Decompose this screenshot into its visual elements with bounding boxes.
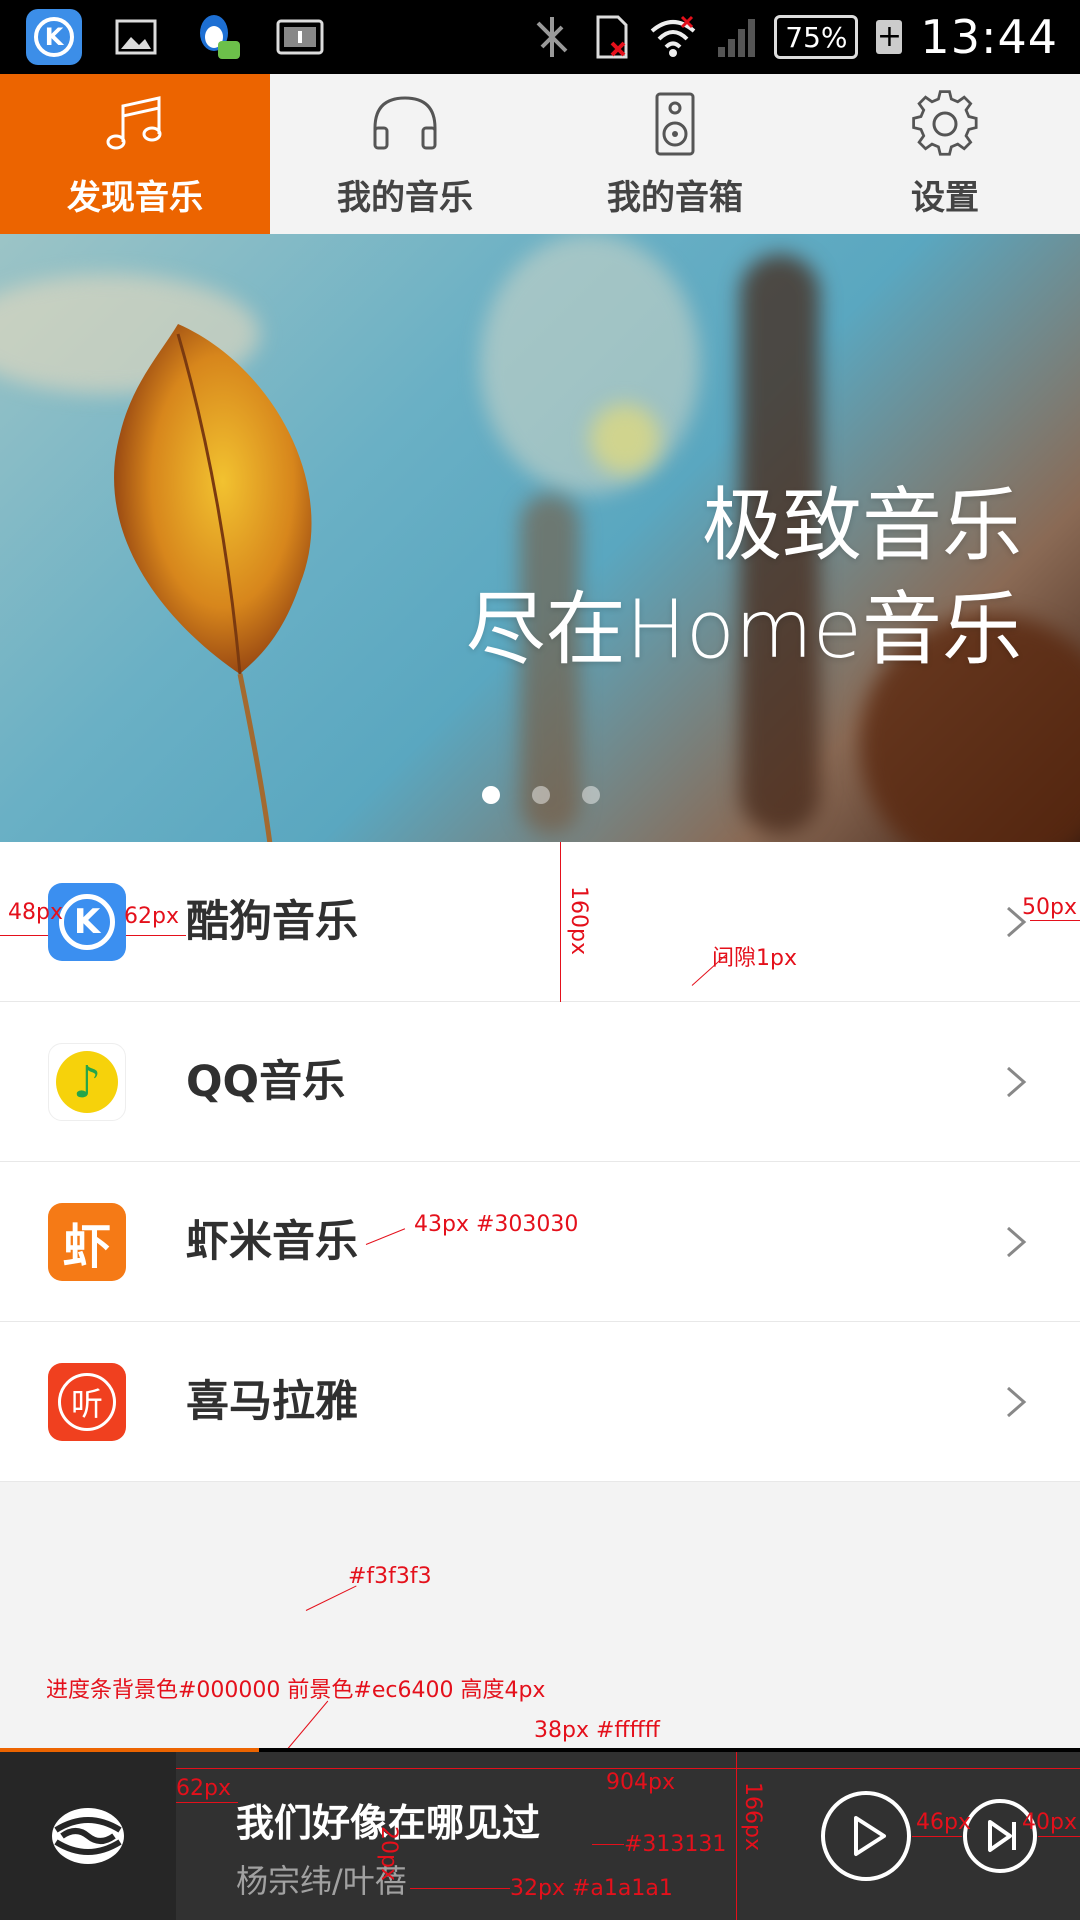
banner-line-1: 极致音乐: [702, 479, 1022, 572]
annotation-line: [1038, 1836, 1080, 1837]
annotation-title-spec: 38px #ffffff: [534, 1718, 660, 1743]
annotation-line: [1030, 920, 1080, 921]
mini-player: 我们好像在哪见过 杨宗纬/叶蓓 62px 904px 166px 20px #3…: [0, 1752, 1080, 1920]
list-item-label: QQ音乐: [186, 1057, 346, 1107]
status-clock: 13:44: [920, 10, 1058, 64]
tab-label: 我的音乐: [337, 178, 473, 218]
banner-dot[interactable]: [482, 786, 500, 804]
annotation-line: [410, 1888, 510, 1889]
ximalaya-icon: 听: [48, 1363, 126, 1441]
annotation-padding-62: 62px: [176, 1776, 231, 1801]
status-bar-notifications: K: [26, 9, 328, 65]
annotation-50px: 50px: [1022, 895, 1077, 920]
tab-settings[interactable]: 设置: [810, 74, 1080, 234]
chevron-right-icon: [1007, 1066, 1027, 1098]
annotation-line: [176, 1768, 1080, 1769]
annotation-height-166: 166px: [740, 1782, 765, 1851]
banner-line-2: 尽在Home音乐: [465, 583, 1022, 676]
annotation-bg-color: #f3f3f3: [348, 1564, 432, 1589]
sd-card-error-icon: [596, 15, 628, 59]
tab-my-music[interactable]: 我的音乐: [270, 74, 540, 234]
tab-label: 发现音乐: [67, 178, 203, 218]
qq-music-icon: ♪: [48, 1043, 126, 1121]
annotation-line: [560, 842, 561, 1002]
tab-label: 设置: [911, 178, 979, 218]
xiami-icon: 虾: [48, 1203, 126, 1281]
music-note-icon: [106, 96, 162, 150]
headphones-icon: [373, 96, 437, 150]
tab-label: 我的音箱: [607, 178, 743, 218]
tab-my-speaker[interactable]: 我的音箱: [540, 74, 810, 234]
chevron-right-icon: [1007, 1226, 1027, 1258]
play-button[interactable]: [820, 1790, 912, 1882]
ximalaya-badge: 听: [58, 1373, 116, 1431]
list-item-xiami[interactable]: 虾 虾米音乐: [0, 1162, 1080, 1322]
list-item-label: 酷狗音乐: [186, 897, 358, 947]
gear-icon: [912, 90, 978, 156]
annotation-progress-spec: 进度条背景色#000000 前景色#ec6400 高度4px: [46, 1678, 546, 1703]
annotation-line: [287, 1700, 329, 1749]
banner-dot[interactable]: [532, 786, 550, 804]
annotation-line: [736, 1752, 737, 1920]
list-item-label: 喜马拉雅: [186, 1377, 358, 1427]
bluetooth-off-icon: [537, 17, 568, 57]
annotation-line: [305, 1585, 357, 1611]
xiami-badge: 虾: [62, 1219, 111, 1275]
qq-music-badge: ♪: [56, 1051, 118, 1113]
app-logo-button[interactable]: [0, 1752, 176, 1920]
app-logo-icon: [52, 1808, 124, 1864]
qq-chat-icon: [190, 9, 246, 65]
top-nav-tabs: 发现音乐 我的音乐 我的音箱 设置: [0, 74, 1080, 234]
annotation-48px: 48px: [8, 900, 63, 925]
annotation-gap-46: 46px: [916, 1810, 971, 1835]
list-item-label: 虾米音乐: [186, 1217, 358, 1267]
annotation-line: [0, 935, 48, 936]
annotation-gap-20: 20px: [376, 1826, 401, 1881]
annotation-line: [126, 935, 186, 936]
banner-pagination: [482, 786, 600, 804]
chevron-right-icon: [1007, 1386, 1027, 1418]
music-source-list: K 酷狗音乐 ♪ QQ音乐 虾 虾米音乐 听 喜马拉雅: [0, 842, 1080, 1482]
status-bar-system: 75% + 13:44: [528, 0, 1058, 74]
annotation-font-43: 43px #303030: [414, 1212, 579, 1237]
annotation-width-904: 904px: [606, 1770, 675, 1795]
annotation-line: [912, 1836, 962, 1837]
annotation-bg-313131: #313131: [624, 1832, 727, 1857]
annotation-gap-40: 40px: [1022, 1810, 1077, 1835]
kugou-notification-icon: K: [26, 9, 82, 65]
battery-level: 75%: [774, 15, 859, 59]
annotation-160px: 160px: [566, 886, 591, 955]
info-card-icon: [272, 9, 328, 65]
kugou-badge: K: [59, 894, 115, 950]
wifi-icon: [651, 15, 696, 57]
leaf-illustration: [114, 324, 312, 842]
tab-discover-music[interactable]: 发现音乐: [0, 74, 270, 234]
annotation-line: [592, 1844, 624, 1845]
annotation-62px: 62px: [124, 904, 179, 929]
banner-slogan: 极致音乐 尽在Home音乐: [466, 474, 1022, 682]
speaker-icon: [655, 92, 695, 156]
list-item-ximalaya[interactable]: 听 喜马拉雅: [0, 1322, 1080, 1482]
signal-icon: [718, 19, 756, 57]
annotation-line: [176, 1802, 238, 1803]
status-bar: K 75% + 13:44: [0, 0, 1080, 74]
promo-banner[interactable]: 极致音乐 尽在Home音乐: [0, 234, 1080, 842]
list-item-qq-music[interactable]: ♪ QQ音乐: [0, 1002, 1080, 1162]
gallery-icon: [108, 9, 164, 65]
banner-dot[interactable]: [582, 786, 600, 804]
annotation-artist-spec: 32px #a1a1a1: [510, 1876, 673, 1901]
charging-indicator: +: [876, 19, 903, 54]
kugou-letter: K: [34, 17, 74, 57]
